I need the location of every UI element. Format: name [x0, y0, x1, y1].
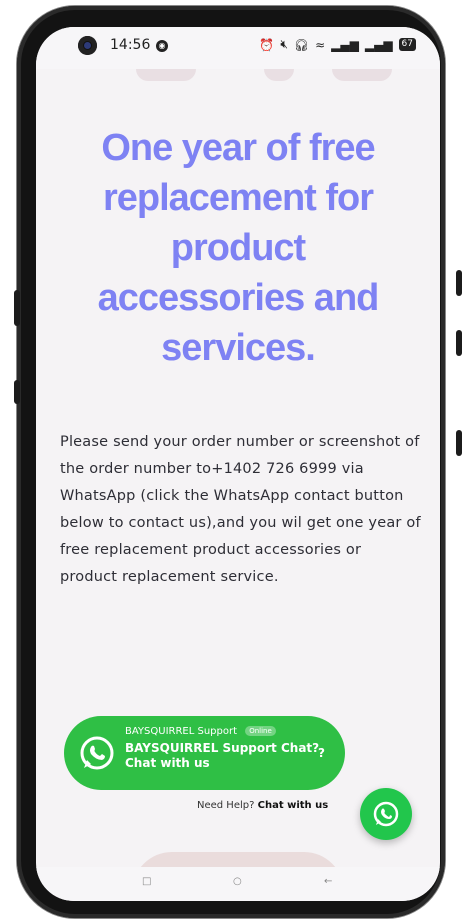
- body-text: Please send your order number or screens…: [60, 434, 421, 585]
- chat-question-mark: ?: [318, 746, 325, 760]
- status-time: 14:56: [110, 37, 151, 53]
- home-button[interactable]: ○: [233, 876, 242, 887]
- online-badge: Online: [245, 726, 276, 736]
- need-help-label[interactable]: Need Help? Chat with us: [193, 799, 333, 812]
- battery-icon: 67: [398, 38, 416, 51]
- decorative-shape: [136, 69, 196, 81]
- back-button[interactable]: ←: [324, 876, 332, 887]
- need-help-link[interactable]: Chat with us: [258, 800, 329, 811]
- status-bar: 14:56 ◉ ⏰ 🔇︎ 🎧︎ ≈ ▂▄▆ ▂▄▆ 67: [36, 27, 440, 69]
- screen: 14:56 ◉ ⏰ 🔇︎ 🎧︎ ≈ ▂▄▆ ▂▄▆ 67 One year of…: [36, 27, 440, 901]
- whatsapp-fab-button[interactable]: [360, 788, 412, 840]
- whatsapp-chat-widget[interactable]: BAYSQUIRREL Support Online BAYSQUIRREL S…: [64, 716, 345, 790]
- camera-icon: [78, 36, 97, 55]
- wifi-icon: ≈: [315, 37, 326, 52]
- navigation-bar: □ ○ ←: [36, 867, 440, 901]
- mute-icon: 🔇︎: [280, 37, 288, 51]
- side-button-right: [456, 270, 462, 296]
- page-headline: One year of free replacement for product…: [97, 127, 380, 369]
- support-name-text: BAYSQUIRREL Support: [125, 726, 238, 737]
- side-button-right-2: [456, 330, 462, 356]
- dnd-icon: ◉: [156, 40, 168, 52]
- need-help-prefix: Need Help?: [197, 800, 255, 811]
- signal-icon: ▂▄▆: [331, 37, 359, 52]
- recents-button[interactable]: □: [142, 876, 151, 887]
- side-button-right-3: [456, 430, 462, 456]
- decorative-shape: [264, 69, 294, 81]
- alarm-icon: ⏰: [259, 37, 275, 52]
- signal-icon-2: ▂▄▆: [364, 37, 393, 52]
- chat-message: BAYSQUIRREL Support Chat? Chat with us: [125, 741, 320, 770]
- status-icons: ⏰ 🔇︎ 🎧︎ ≈ ▂▄▆ ▂▄▆ 67: [259, 37, 416, 52]
- side-button-left-2: [14, 380, 20, 404]
- decorative-shape: [332, 69, 392, 81]
- whatsapp-icon: [80, 736, 114, 770]
- support-name: BAYSQUIRREL Support Online: [125, 726, 276, 737]
- headset-icon: 🎧︎: [293, 37, 310, 52]
- side-button-left: [14, 290, 20, 326]
- whatsapp-icon: [373, 801, 399, 827]
